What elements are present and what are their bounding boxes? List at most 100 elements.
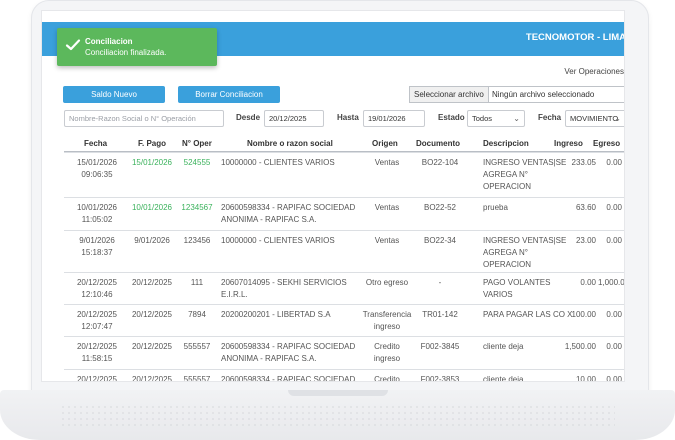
table-row[interactable]: 20/12/2025 12:07:47 20/12/2025 7894 2020… xyxy=(64,304,624,336)
row-desc-line3: OPERACION xyxy=(483,182,532,191)
row-oper[interactable]: 1234567 xyxy=(178,202,216,214)
hasta-label: Hasta xyxy=(337,113,359,122)
table-row[interactable]: 15/01/2026 09:06:35 15/01/2026 524555 10… xyxy=(64,152,624,197)
row-name: 20600598334 - RAPIFAC SOCIEDAD xyxy=(221,342,356,351)
row-origin: Credito xyxy=(374,342,400,351)
row-ingreso: 63.60 xyxy=(575,203,596,212)
row-time: 12:10:46 xyxy=(81,290,113,299)
estado-label: Estado xyxy=(438,113,465,122)
row-time: 11:05:02 xyxy=(81,215,113,224)
row-ingreso: 1,500.00 xyxy=(564,342,596,351)
row-origin-line2: ingreso xyxy=(373,354,401,363)
row-name: 20600598334 - RAPIFAC SOCIEDAD xyxy=(221,375,356,382)
row-oper: 555557 xyxy=(183,375,211,382)
desde-date-input[interactable]: 20/12/2025 xyxy=(264,110,324,127)
fecha-type-select[interactable]: MOVIMIENTO ⌄ xyxy=(565,110,624,127)
row-document: TR01-142 xyxy=(422,310,458,319)
row-egreso: 0.00 xyxy=(606,203,622,212)
row-fpago: 20/12/2025 xyxy=(131,278,173,287)
row-date: 20/12/2025 xyxy=(76,342,118,351)
row-origin: Credito xyxy=(374,375,400,382)
check-icon xyxy=(65,39,81,51)
row-fpago: 20/12/2025 xyxy=(131,310,173,319)
ver-operaciones-link[interactable]: Ver Operaciones xyxy=(564,67,624,76)
row-desc-line1: prueba xyxy=(483,203,508,212)
row-desc-line1: cliente deja xyxy=(483,375,524,382)
col-egreso[interactable]: Egreso xyxy=(593,139,620,148)
row-time: 12:07:47 xyxy=(81,322,113,331)
row-oper: 123456 xyxy=(183,236,211,245)
col-fecha[interactable]: Fecha xyxy=(84,139,107,148)
row-date: 20/12/2025 xyxy=(76,278,118,287)
table-row[interactable]: 9/01/2026 15:18:37 9/01/2026 123456 1000… xyxy=(64,230,624,272)
hasta-date-input[interactable]: 19/01/2026 xyxy=(363,110,425,127)
row-oper: 111 xyxy=(190,278,204,287)
borrar-conciliacion-button[interactable]: Borrar Conciliacion xyxy=(178,86,280,103)
success-toast[interactable]: Conciliacion Conciliacion finalizada. xyxy=(57,28,217,66)
row-desc-line2: AGREGA N° xyxy=(483,170,528,179)
row-name-line2: ANONIMA - RAPIFAC S.A. xyxy=(221,215,317,224)
row-name: 20600598334 - RAPIFAC SOCIEDAD xyxy=(221,203,356,212)
estado-value: Todos xyxy=(472,114,493,123)
row-fpago[interactable]: 15/01/2026 xyxy=(126,157,178,169)
row-egreso: 0.00 xyxy=(606,158,622,167)
row-desc-line2: VARIOS xyxy=(483,290,513,299)
row-name: 10000000 - CLIENTES VARIOS xyxy=(221,158,335,167)
row-desc-line2: AGREGA N° xyxy=(483,248,528,257)
chevron-down-icon: ⌄ xyxy=(513,114,520,123)
company-brand: TECNOMOTOR - LIMA xyxy=(525,32,625,43)
row-document: BO22-52 xyxy=(423,203,457,212)
row-ingreso: 10.00 xyxy=(575,375,596,382)
row-ingreso: 0.00 xyxy=(580,278,596,287)
toast-message: Conciliacion finalizada. xyxy=(85,48,167,57)
row-desc-line1: cliente deja xyxy=(483,342,524,351)
chevron-down-icon: ⌄ xyxy=(614,114,621,123)
row-name-line2: ANONIMA - RAPIFAC S.A. xyxy=(221,354,317,363)
row-name: 10000000 - CLIENTES VARIOS xyxy=(221,236,335,245)
row-origin: Otro egreso xyxy=(365,278,409,287)
row-desc-line1: INGRESO VENTAS|SE xyxy=(483,158,567,167)
saldo-nuevo-button[interactable]: Saldo Nuevo xyxy=(63,86,165,103)
row-egreso: 0.00 xyxy=(606,310,622,319)
row-oper: 555557 xyxy=(183,342,211,351)
row-name-line2: E.I.R.L. xyxy=(221,290,248,299)
row-date: 15/01/2026 xyxy=(76,158,118,167)
row-fpago: 20/12/2025 xyxy=(131,342,173,351)
row-time: 11:58:15 xyxy=(81,354,113,363)
laptop-notch xyxy=(288,390,388,396)
row-egreso: 0.00 xyxy=(606,342,622,351)
row-name: 20607014095 - SEKHI SERVICIOS xyxy=(221,278,347,287)
search-input[interactable]: Nombre-Razon Social o N° Operación xyxy=(64,110,224,127)
row-ingreso: 23.00 xyxy=(575,236,596,245)
row-egreso: 0.00 xyxy=(606,236,622,245)
row-oper[interactable]: 524555 xyxy=(178,157,216,169)
table-row[interactable]: 20/12/2025 20/12/2025 555557 20600598334… xyxy=(64,369,624,382)
row-fpago[interactable]: 10/01/2026 xyxy=(126,202,178,214)
col-documento[interactable]: Documento xyxy=(416,139,460,148)
row-fpago: 20/12/2025 xyxy=(131,375,173,382)
table-row[interactable]: 20/12/2025 12:10:46 20/12/2025 111 20607… xyxy=(64,272,624,304)
row-time: 09:06:35 xyxy=(81,170,113,179)
col-nombre[interactable]: Nombre o razon social xyxy=(247,139,333,148)
row-origin: Ventas xyxy=(374,203,400,212)
row-egreso: 0.00 xyxy=(606,375,622,382)
estado-select[interactable]: Todos ⌄ xyxy=(467,110,525,127)
col-origen[interactable]: Origen xyxy=(372,139,398,148)
col-fpago[interactable]: F. Pago xyxy=(138,139,166,148)
row-time: 15:18:37 xyxy=(81,248,113,257)
row-origin: Transferencia xyxy=(362,310,412,319)
toast-title: Conciliacion xyxy=(85,37,133,46)
row-ingreso: 100.00 xyxy=(571,310,596,319)
row-desc-line3: OPERACION xyxy=(483,260,532,269)
col-descripcion[interactable]: Descripcion xyxy=(483,139,529,148)
row-origin: Ventas xyxy=(374,236,400,245)
col-noper[interactable]: N° Oper xyxy=(182,139,212,148)
row-document: - xyxy=(438,278,442,287)
desde-label: Desde xyxy=(236,113,261,122)
select-file-button[interactable]: Seleccionar archivo xyxy=(409,86,489,103)
table-row[interactable]: 20/12/2025 11:58:15 20/12/2025 555557 20… xyxy=(64,336,624,369)
table-row[interactable]: 10/01/2026 11:05:02 10/01/2026 1234567 2… xyxy=(64,197,624,230)
col-ingreso[interactable]: Ingreso xyxy=(554,139,583,148)
row-oper: 7894 xyxy=(188,310,206,319)
row-document: BO22-34 xyxy=(423,236,457,245)
